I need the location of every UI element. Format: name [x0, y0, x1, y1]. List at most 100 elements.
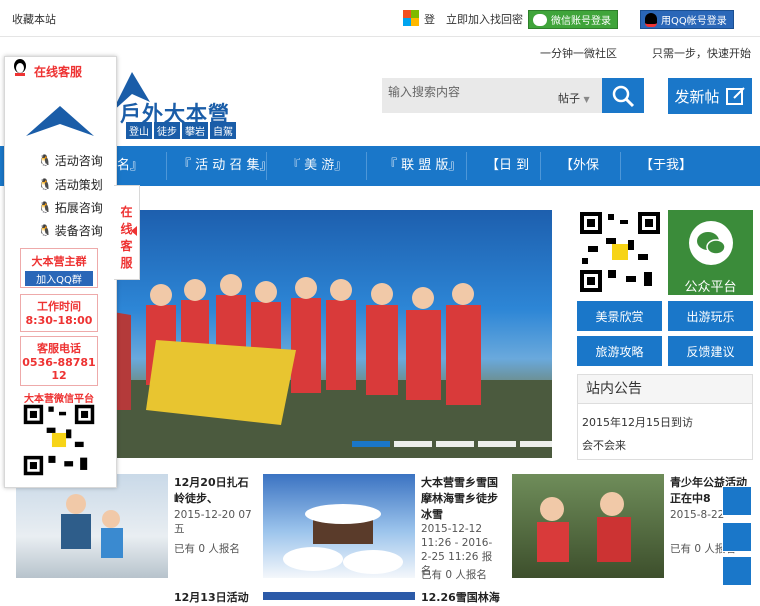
service-item-label: 活动咨询: [54, 154, 103, 168]
qq-login-button[interactable]: 用QQ帐号登录: [640, 10, 734, 29]
service-item[interactable]: 🐧 活动策划: [38, 176, 103, 193]
tile-travel-fun[interactable]: 出游玩乐: [668, 301, 753, 331]
nav-divider: [166, 152, 167, 180]
qq-group-title: 大本营主群: [31, 255, 87, 268]
tile-travel-guide[interactable]: 旅游攻略: [577, 336, 662, 366]
pager-dot[interactable]: [352, 441, 390, 447]
service-item-label: 拓展咨询: [54, 201, 103, 215]
qq-icon: 🐧: [38, 154, 52, 167]
nav-item[interactable]: 名』: [117, 146, 143, 186]
wechat-icon: [533, 13, 547, 26]
new-post-label: 发新帖: [674, 87, 720, 106]
qq-login-label: 用QQ帐号登录: [661, 16, 727, 27]
post-title[interactable]: 大本营雪乡雪国摩林海雪乡徒步冰雪: [421, 475, 501, 523]
search-input[interactable]: 输入搜索内容: [388, 83, 528, 100]
customer-service-title: 在线客服: [34, 65, 83, 79]
post-title[interactable]: 12月13日活动: [174, 590, 249, 606]
nav-item[interactable]: 『 活 动 召 集』: [178, 146, 273, 186]
post-thumbnail[interactable]: [512, 474, 664, 578]
post-count: 已有 0 人报名: [421, 569, 487, 581]
join-link[interactable]: 立即加入: [446, 11, 490, 27]
wechat-icon: [688, 221, 733, 265]
logo-tags: 登山 徒步 攀岩 自駕: [126, 122, 236, 139]
banner-pager: [352, 441, 558, 447]
qq-group-box: 大本营主群 加入QQ群: [20, 248, 98, 288]
search-type-select[interactable]: 帖子 ▼: [558, 90, 590, 106]
wechat-public-platform-button[interactable]: 公众平台: [668, 210, 753, 295]
nav-item[interactable]: 『 美 游』: [287, 146, 347, 186]
robot-icon[interactable]: [722, 486, 752, 516]
customer-service-tab-label: 在线客服: [120, 205, 133, 270]
qq-icon: 🐧: [38, 178, 52, 191]
qr-code-image: [578, 210, 662, 294]
service-item[interactable]: 🐧 拓展咨询: [38, 199, 103, 216]
post-title[interactable]: 12.26雪国林海: [421, 590, 500, 606]
nav-item[interactable]: 『 联 盟 版』: [384, 146, 461, 186]
post-count: 已有 0 人报名: [174, 543, 240, 555]
bookmark-link[interactable]: 收藏本站: [12, 11, 56, 27]
tile-scenery[interactable]: 美景欣赏: [577, 301, 662, 331]
notice-item[interactable]: 会不会来: [582, 437, 626, 453]
worktime-value: 8:30-18:00: [25, 314, 93, 327]
qq-icon: 🐧: [38, 201, 52, 214]
notice-title: 站内公告: [577, 374, 753, 404]
qr-code-image: [22, 403, 96, 477]
qq-penguin-icon: [12, 58, 28, 78]
nav-item[interactable]: 【外保: [560, 146, 599, 186]
phone-box: 客服电话 0536-8878112: [20, 336, 98, 386]
login-link[interactable]: 登: [424, 11, 435, 27]
pager-dot[interactable]: [520, 441, 558, 447]
qq-icon: [645, 12, 657, 27]
community-link[interactable]: 一分钟一微社区: [540, 45, 617, 61]
chevron-down-icon: ▼: [583, 95, 590, 104]
service-item[interactable]: 🐧 活动咨询: [38, 152, 103, 169]
join-qq-group-button[interactable]: 加入QQ群: [25, 271, 93, 286]
search-type-label: 帖子: [558, 92, 580, 105]
tile-feedback[interactable]: 反馈建议: [668, 336, 753, 366]
nav-divider: [266, 152, 267, 180]
nav-divider: [366, 152, 367, 180]
nav-divider: [466, 152, 467, 180]
worktime-title: 工作时间: [37, 300, 81, 313]
pager-dot[interactable]: [394, 441, 432, 447]
new-post-button[interactable]: 发新帖: [668, 78, 752, 114]
phone-title: 客服电话: [37, 342, 81, 355]
post-date: 2015-12-20 07 五: [174, 509, 252, 535]
qq-icon: 🐧: [38, 224, 52, 237]
post-thumbnail[interactable]: [16, 474, 168, 578]
search-icon: [612, 85, 635, 107]
service-item-label: 装备咨询: [54, 224, 103, 238]
qq-icon[interactable]: [722, 556, 752, 586]
quick-start-link[interactable]: 只需一步，快速开始: [652, 45, 751, 61]
nav-item[interactable]: 【日 到: [486, 146, 529, 186]
logo-tag: 徒步: [154, 122, 180, 139]
ski-photo: [61, 494, 123, 558]
edit-icon: [725, 87, 745, 105]
search-button[interactable]: [602, 78, 644, 113]
service-item[interactable]: 🐧 装备咨询: [38, 222, 103, 239]
windows-icon: [403, 10, 419, 26]
nav-divider: [540, 152, 541, 180]
collapse-arrow-icon[interactable]: [131, 226, 137, 236]
wechat-login-label: 微信账号登录: [551, 16, 611, 27]
notice-item[interactable]: 2015年12月15日到访: [582, 414, 693, 430]
service-item-label: 活动策划: [54, 178, 103, 192]
phone-value: 0536-8878112: [22, 356, 96, 382]
nav-item[interactable]: 【于我】: [640, 146, 692, 186]
site-logo-icon: [26, 106, 94, 136]
wechat-login-button[interactable]: 微信账号登录: [528, 10, 618, 29]
pager-dot[interactable]: [436, 441, 474, 447]
kids-activity-photo: [537, 492, 631, 562]
logo-tag: 攀岩: [182, 122, 208, 139]
wechat-public-label: 公众平台: [684, 280, 737, 295]
post-thumbnail[interactable]: [263, 474, 415, 578]
pager-dot[interactable]: [478, 441, 516, 447]
search-icon[interactable]: [722, 522, 752, 552]
post-title[interactable]: 12月20日扎石岭徒步、: [174, 475, 254, 507]
nav-divider: [620, 152, 621, 180]
worktime-box: 工作时间 8:30-18:00: [20, 294, 98, 332]
snow-village-photo: [283, 504, 403, 574]
logo-tag: 自駕: [210, 122, 236, 139]
post-thumbnail[interactable]: [263, 592, 415, 600]
forgot-password-link[interactable]: 找回密: [490, 11, 523, 27]
